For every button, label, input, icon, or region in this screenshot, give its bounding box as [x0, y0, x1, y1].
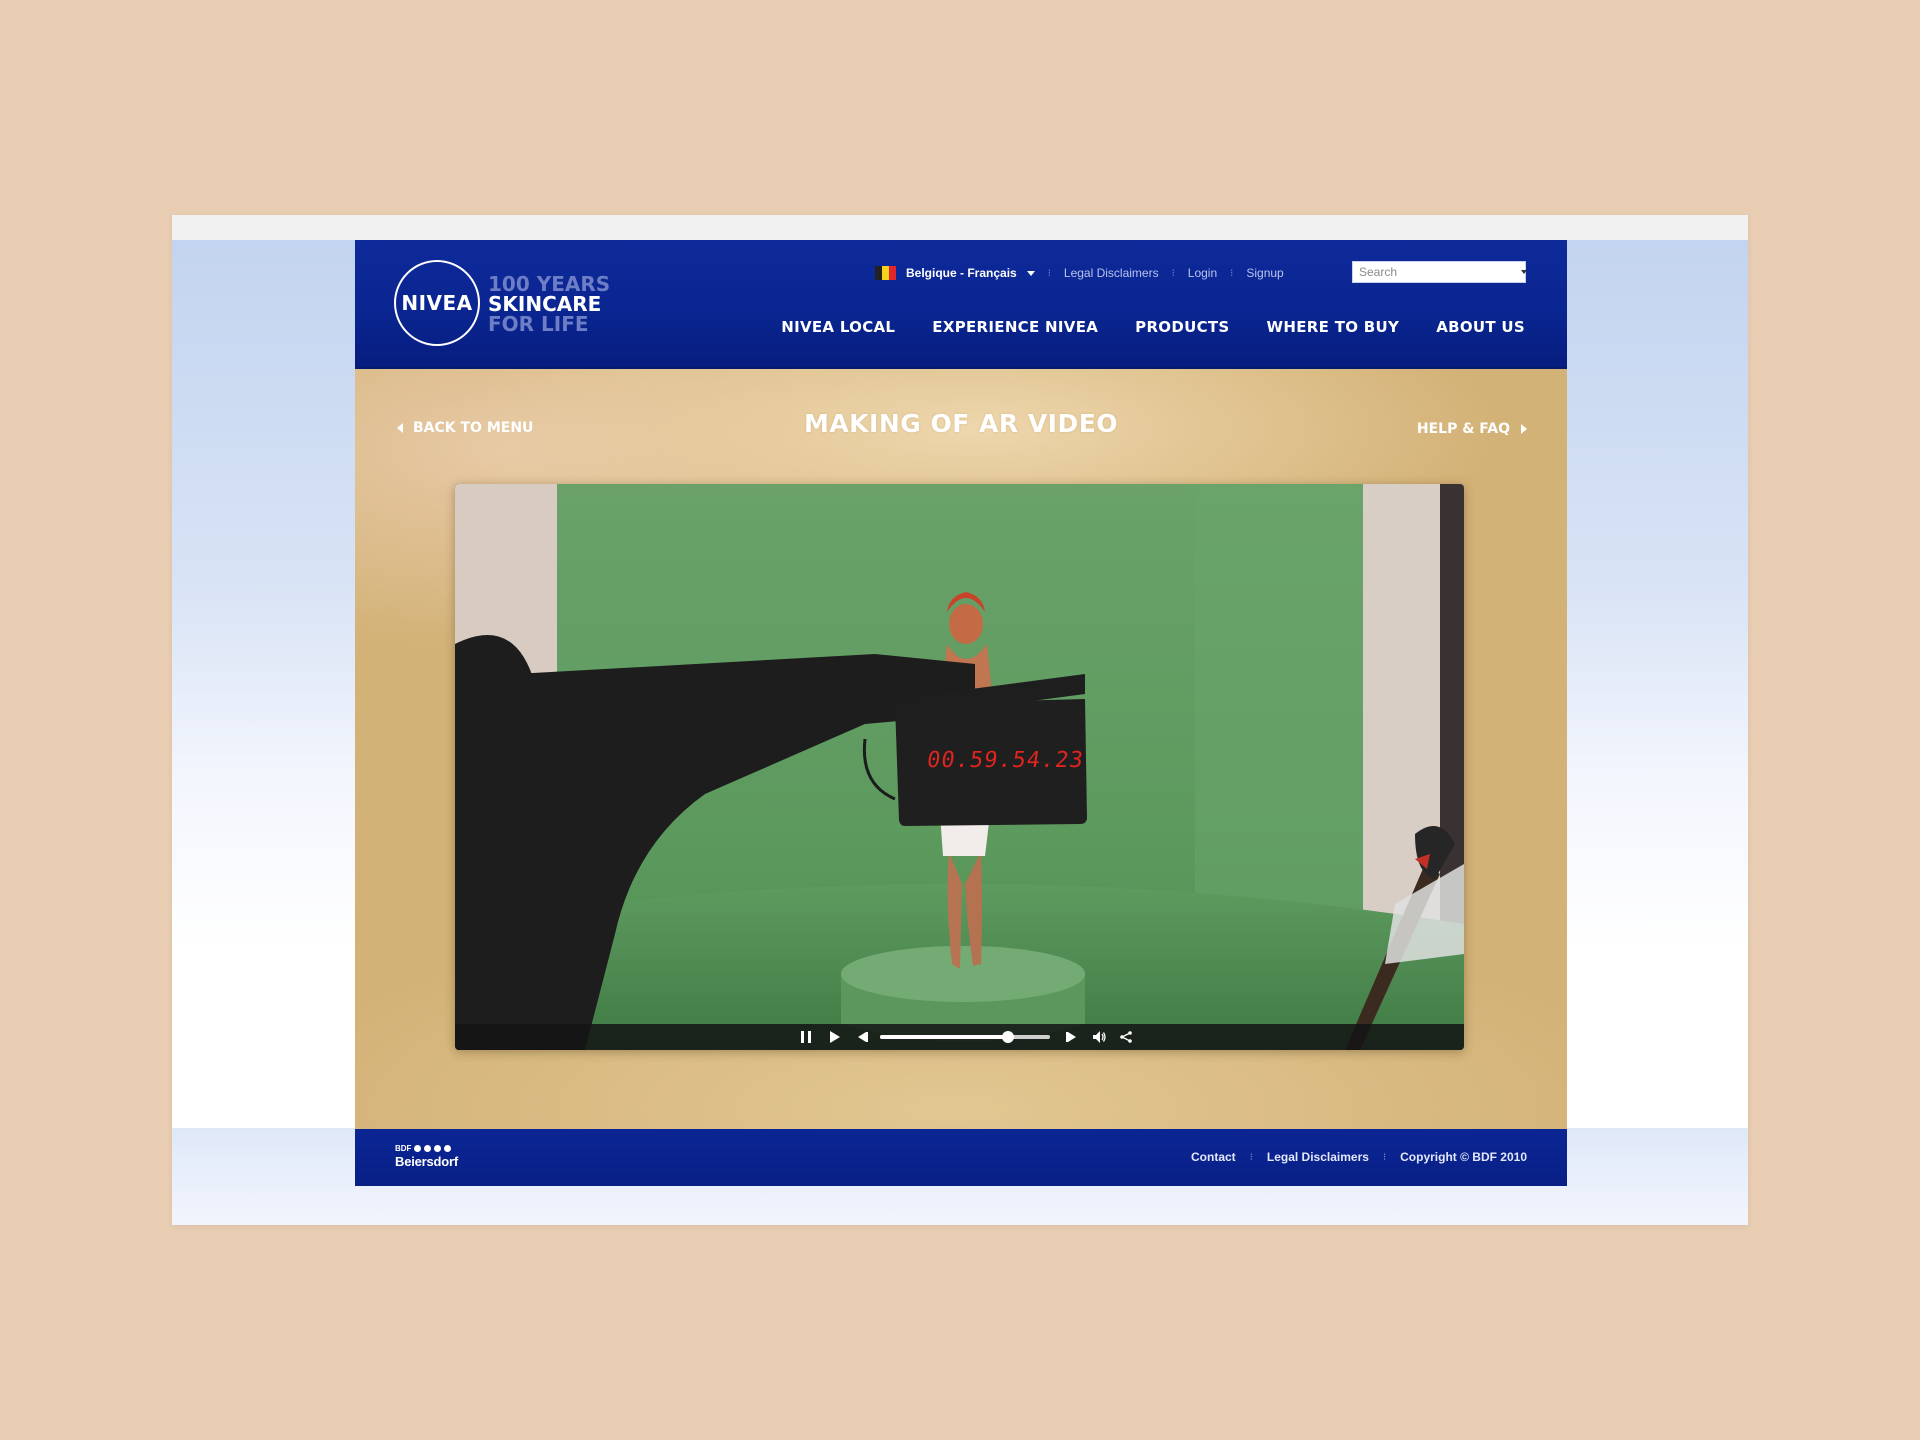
search-input[interactable] — [1353, 263, 1515, 281]
video-progress-knob[interactable] — [1001, 1031, 1014, 1043]
search-box — [1352, 261, 1527, 283]
browser-frame: NIVEA 100 YEARS SKINCARE FOR LIFE Belgiq… — [172, 215, 1748, 1225]
video-progress-bar[interactable] — [880, 1031, 1050, 1043]
nav-item-nivea-local[interactable]: NIVEA LOCAL — [781, 318, 895, 336]
site-header: NIVEA 100 YEARS SKINCARE FOR LIFE Belgiq… — [355, 240, 1567, 369]
video-controls — [455, 1024, 1464, 1050]
separator: ⁝ — [1047, 267, 1051, 279]
tagline-line-2: SKINCARE — [488, 292, 602, 316]
country-selector[interactable]: Belgique - Français — [906, 266, 1017, 280]
separator: ⁝ — [1249, 1151, 1253, 1163]
beiersdorf-logo[interactable]: BDF Beiersdorf — [395, 1144, 458, 1169]
search-dropdown-icon[interactable] — [1521, 270, 1527, 274]
video-player[interactable]: 00.59.54.23 — [455, 484, 1464, 1050]
nav-item-about-us[interactable]: ABOUT US — [1436, 318, 1525, 336]
copyright-text: Copyright © BDF 2010 — [1400, 1150, 1527, 1164]
play-icon[interactable] — [826, 1029, 842, 1045]
bdf-mark: BDF — [395, 1144, 458, 1153]
page-title: MAKING OF AR VIDEO — [803, 409, 1119, 438]
signup-link[interactable]: Signup — [1246, 266, 1283, 280]
bdf-dot-icon — [414, 1145, 422, 1152]
main-nav: NIVEA LOCAL EXPERIENCE NIVEA PRODUCTS WH… — [781, 318, 1525, 336]
help-faq-label: HELP & FAQ — [1416, 421, 1510, 437]
nivea-logo[interactable]: NIVEA — [394, 260, 480, 346]
utility-bar: Belgique - Français ⁝ Legal Disclaimers … — [875, 264, 1284, 282]
pause-icon[interactable] — [798, 1029, 814, 1045]
bdf-label: BDF — [395, 1144, 412, 1153]
clapper-timecode: 00.59.54.23 — [925, 748, 1086, 773]
chevron-down-icon[interactable] — [1026, 270, 1035, 276]
bdf-dot-icon — [444, 1145, 452, 1152]
chevron-right-icon — [1521, 424, 1527, 434]
nav-item-products[interactable]: PRODUCTS — [1135, 318, 1229, 336]
nav-item-experience-nivea[interactable]: EXPERIENCE NIVEA — [932, 318, 1098, 336]
bdf-dot-icon — [434, 1145, 442, 1152]
site-footer: BDF Beiersdorf Contact ⁝ Legal Disclaime… — [355, 1129, 1567, 1186]
separator: ⁝ — [1382, 1151, 1387, 1163]
bdf-dot-icon — [424, 1145, 432, 1152]
separator: ⁝ — [1171, 267, 1175, 279]
footer-links: Contact ⁝ Legal Disclaimers ⁝ Copyright … — [1191, 1150, 1527, 1164]
share-icon[interactable] — [1118, 1029, 1134, 1045]
belgium-flag-icon — [875, 266, 896, 280]
legal-disclaimers-link[interactable]: Legal Disclaimers — [1064, 266, 1159, 280]
forward-icon[interactable] — [1064, 1029, 1080, 1045]
login-link[interactable]: Login — [1188, 266, 1217, 280]
nav-item-where-to-buy[interactable]: WHERE TO BUY — [1267, 318, 1400, 336]
help-faq-link[interactable]: HELP & FAQ — [1417, 421, 1527, 437]
site-container: NIVEA 100 YEARS SKINCARE FOR LIFE Belgiq… — [355, 240, 1567, 1186]
beiersdorf-name: Beiersdorf — [395, 1154, 459, 1169]
video-progress-fill — [880, 1035, 1008, 1039]
volume-icon[interactable] — [1091, 1029, 1107, 1045]
footer-legal-disclaimers-link[interactable]: Legal Disclaimers — [1267, 1150, 1369, 1164]
brand-tagline: 100 YEARS SKINCARE FOR LIFE — [488, 274, 610, 334]
tagline-line-1: 100 YEARS — [488, 272, 611, 296]
rewind-icon[interactable] — [854, 1029, 870, 1045]
video-stage: BACK TO MENU MAKING OF AR VIDEO HELP & F… — [355, 369, 1567, 1129]
contact-link[interactable]: Contact — [1191, 1150, 1236, 1164]
frame-top-bar — [172, 215, 1748, 240]
separator: ⁝ — [1230, 267, 1234, 279]
tagline-line-3: FOR LIFE — [488, 312, 589, 336]
